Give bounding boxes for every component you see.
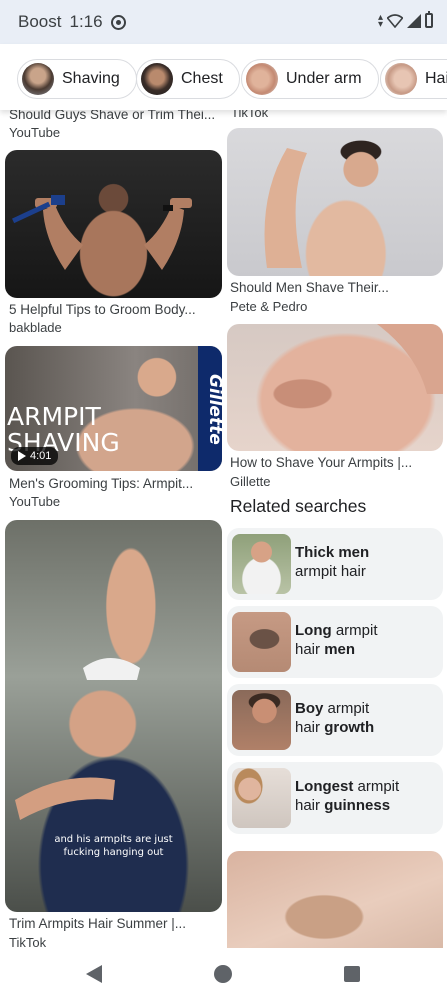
result-title[interactable]: 5 Helpful Tips to Groom Body... [9,302,196,317]
related-label: Longest armpit hair guinness [295,778,400,814]
play-icon [18,451,26,461]
data-arrows-icon: ▴ ▾ [377,11,383,30]
video-caption-line2: fucking hanging out [63,847,164,858]
result-image[interactable]: and his armpits are just fucking hanging… [5,520,222,912]
result-image[interactable] [227,128,443,276]
result-title[interactable]: How to Shave Your Armpits |... [230,455,412,470]
result-source: TikTok [9,935,47,948]
result-source: YouTube [9,494,61,509]
related-thumbnail [232,612,291,672]
status-right: ▴ ▾ [377,11,433,30]
video-overlay-line1: ARMPIT [7,402,101,431]
related-search-item[interactable]: Longest armpit hair guinness [227,762,443,834]
related-label: Long armpit hair men [295,622,378,658]
recents-icon[interactable] [344,966,360,982]
brand-logo: Gillette [205,374,222,445]
chip-thumbnail [385,63,417,95]
result-source: bakblade [9,320,62,335]
data-sync-icon [110,14,126,30]
related-label: Thick men armpit hair [295,544,370,580]
related-thumbnail [232,690,291,750]
chip-thumbnail [22,63,54,95]
related-thumbnail [232,768,291,828]
chip-thumbnail [246,63,278,95]
carrier-name: Boost [18,12,62,31]
chip-label: Shaving [62,70,120,87]
result-video-thumbnail[interactable]: Gillette ARMPIT SHAVING 4:01 [5,346,222,471]
related-searches-heading: Related searches [230,496,367,516]
wifi-icon [387,13,403,28]
result-title[interactable]: Trim Armpits Hair Summer |... [9,916,186,931]
related-search-item[interactable]: Thick men armpit hair [227,528,443,600]
chip-thumbnail [141,63,173,95]
related-search-item[interactable]: Boy armpit hair growth [227,684,443,756]
chip-label: Under arm [286,70,362,87]
chip-label: Hair [425,70,447,87]
chip-hair[interactable]: Hair [380,59,447,99]
result-title[interactable]: Should Guys Shave or Trim Thei... [9,110,215,122]
chip-shaving[interactable]: Shaving [17,59,137,99]
status-bar: Boost 1:16 ▴ ▾ [0,0,447,44]
chip-under-arm[interactable]: Under arm [241,59,379,99]
related-thumbnail [232,534,291,594]
related-search-item[interactable]: Long armpit hair men [227,606,443,678]
armpit-closeup-illustration [377,324,443,394]
raised-arm-illustration [264,148,307,268]
video-duration-badge: 4:01 [11,447,59,465]
result-title[interactable]: Men's Grooming Tips: Armpit... [9,476,193,491]
bodybuilder-illustration [12,195,192,270]
result-image[interactable] [227,851,443,948]
status-left: Boost 1:16 [18,12,126,32]
video-duration: 4:01 [30,450,52,462]
clock: 1:16 [69,12,103,31]
result-source: YouTube [9,125,61,140]
result-source: TikTok [231,110,269,120]
system-nav-bar [0,948,447,1000]
chip-chest[interactable]: Chest [136,59,240,99]
result-image[interactable] [5,150,222,298]
back-icon[interactable] [86,965,102,983]
chip-label: Chest [181,70,223,87]
result-source: Pete & Pedro [230,299,308,314]
result-title[interactable]: Should Men Shave Their... [230,280,389,295]
related-label: Boy armpit hair growth [295,700,375,736]
filter-chips-bar: Shaving Chest Under arm Hair [0,44,447,110]
signal-icon [407,13,421,28]
result-image[interactable] [227,324,443,451]
video-caption-line1: and his armpits are just [54,834,173,845]
result-source: Gillette [230,474,271,489]
battery-icon [425,11,433,28]
results-grid: Should Guys Shave or Trim Thei... YouTub… [0,110,447,948]
home-icon[interactable] [214,965,232,983]
